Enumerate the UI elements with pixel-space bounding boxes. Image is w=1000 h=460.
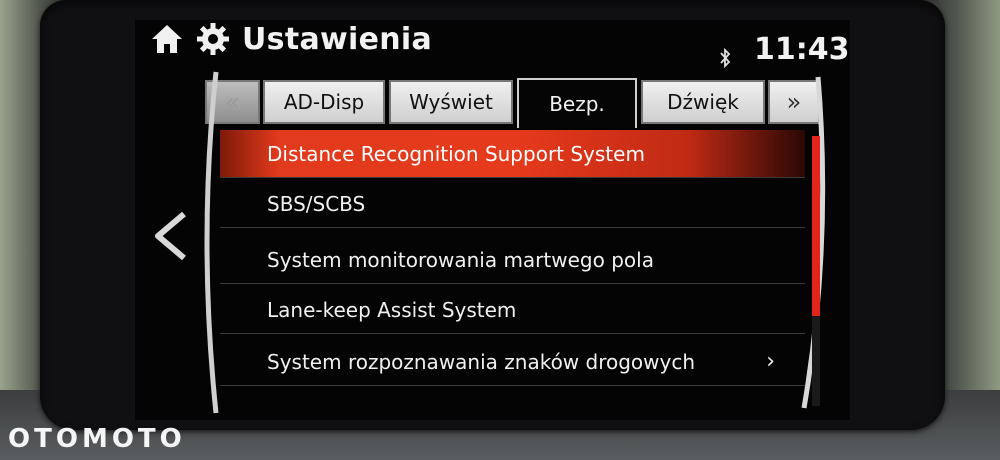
tab-wyswiet[interactable]: Wyświet: [389, 80, 513, 124]
back-chevron-icon[interactable]: [150, 208, 190, 264]
list-frame-left: [204, 71, 219, 414]
list-item-blind-spot[interactable]: System monitorowania martwego pola: [220, 236, 805, 284]
scrollbar-thumb[interactable]: [812, 136, 820, 316]
tab-bar: « AD-Disp Wyświet Bezp. Dźwięk »: [205, 78, 820, 130]
settings-list: Distance Recognition Support System SBS/…: [220, 128, 805, 418]
list-item-label: Lane-keep Assist System: [267, 297, 517, 322]
watermark-logo: OTOMOTO: [8, 424, 186, 454]
tab-dzwiek[interactable]: Dźwięk: [641, 80, 765, 124]
gear-icon: [197, 23, 229, 55]
list-item-label: System monitorowania martwego pola: [267, 247, 654, 272]
list-item-distance-recognition[interactable]: Distance Recognition Support System: [220, 130, 805, 178]
home-icon[interactable]: [150, 22, 184, 56]
list-item-sbs-scbs[interactable]: SBS/SCBS: [220, 180, 805, 228]
chevron-right-icon: ›: [766, 349, 775, 374]
list-item-traffic-sign[interactable]: System rozpoznawania znaków drogowych ›: [220, 338, 805, 386]
list-item-label: System rozpoznawania znaków drogowych: [267, 349, 696, 374]
tab-ad-disp[interactable]: AD-Disp: [263, 80, 385, 124]
tab-bezp[interactable]: Bezp.: [517, 78, 637, 128]
list-item-label: SBS/SCBS: [267, 191, 366, 216]
list-item-lane-keep[interactable]: Lane-keep Assist System: [220, 286, 805, 334]
page-title: Ustawienia: [242, 22, 433, 57]
header-bar: Ustawienia 11:43: [148, 18, 850, 70]
bluetooth-icon: [720, 48, 731, 68]
clock: 11:43: [754, 32, 850, 67]
list-item-label: Distance Recognition Support System: [267, 141, 645, 166]
